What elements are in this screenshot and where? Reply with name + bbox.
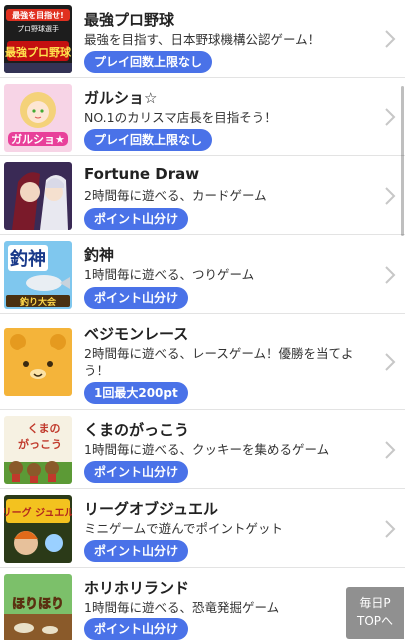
float-button-line1: 毎日P (359, 596, 391, 610)
list-item[interactable]: リーグ ジュエル リーグオブジュエル ミニゲームで遊んでポイントゲット ポイント… (0, 489, 405, 568)
item-tag-badge: ポイント山分け (84, 208, 189, 230)
list-item[interactable]: Fortune Draw 2時間毎に遊べる、カードゲーム ポイント山分け (0, 156, 405, 235)
item-description: ミニゲームで遊んでポイントゲット (84, 521, 284, 536)
item-description: 2時間毎に遊べる、カードゲーム (84, 188, 267, 203)
svg-text:ほりほり: ほりほり (12, 597, 64, 612)
item-tag-badge: ポイント山分け (84, 461, 189, 483)
chevron-right-icon (383, 440, 397, 460)
item-title: ガルショ☆ (84, 89, 158, 107)
list-item[interactable]: ベジモンレース 2時間毎に遊べる、レースゲーム！優勝を当てよう！ 1回最大200… (0, 314, 405, 410)
garusho-game-icon: ガルショ★ (4, 84, 72, 152)
scrollbar[interactable] (401, 86, 404, 236)
item-description: 1時間毎に遊べる、恐竜発掘ゲーム (84, 600, 280, 615)
svg-text:釣り大会: 釣り大会 (20, 296, 57, 308)
svg-text:リーグ ジュエル: リーグ ジュエル (4, 506, 72, 519)
item-description: 1時間毎に遊べる、クッキーを集めるゲーム (84, 442, 330, 457)
svg-text:釣神: 釣神 (10, 248, 46, 270)
item-title: 最強プロ野球 (84, 11, 175, 29)
item-description: 1時間毎に遊べる、つりゲーム (84, 267, 255, 282)
baseball-game-icon: 最強を目指せ! プロ野球選手 最強プロ野球 (4, 5, 72, 73)
list-item[interactable]: くまの がっこう くまのがっこう 1時間毎に遊べる、クッキーを集めるゲーム ポイ… (0, 410, 405, 489)
chevron-right-icon (383, 352, 397, 372)
item-description: 2時間毎に遊べる、レースゲーム！優勝を当てよう！ (84, 346, 354, 378)
item-tag-badge: ポイント山分け (84, 540, 189, 562)
horihori-land-icon: ほりほり (4, 574, 72, 640)
item-tag-badge: 1回最大200pt (84, 382, 188, 404)
item-title: 釣神 (84, 246, 115, 264)
fortune-draw-icon (4, 162, 72, 230)
item-tag-badge: ポイント山分け (84, 287, 189, 309)
list-item[interactable]: ガルショ★ ガルショ☆ NO.1のカリスマ店長を目指そう！ プレイ回数上限なし (0, 78, 405, 156)
svg-text:プロ野球選手: プロ野球選手 (17, 24, 59, 33)
list-item[interactable]: 釣神 釣り大会 釣神 1時間毎に遊べる、つりゲーム ポイント山分け (0, 235, 405, 314)
item-title: くまのがっこう (84, 421, 190, 439)
list-item[interactable]: 最強を目指せ! プロ野球選手 最強プロ野球 最強プロ野球 最強を目指す、日本野球… (0, 0, 405, 78)
item-description: NO.1のカリスマ店長を目指そう！ (84, 110, 277, 125)
svg-text:最強を目指せ!: 最強を目指せ! (12, 10, 64, 20)
daily-points-top-button[interactable]: 毎日P TOPへ (346, 587, 404, 639)
chevron-right-icon (383, 186, 397, 206)
list-item[interactable]: ほりほり ホリホリランド 1時間毎に遊べる、恐竜発掘ゲーム ポイント山分け (0, 568, 405, 640)
chevron-right-icon (383, 519, 397, 539)
item-tag-badge: ポイント山分け (84, 618, 189, 640)
chevron-right-icon (383, 107, 397, 127)
item-title: ホリホリランド (84, 579, 190, 597)
svg-text:がっこう: がっこう (18, 437, 62, 451)
item-title: ベジモンレース (84, 325, 189, 343)
chevron-right-icon (383, 29, 397, 49)
fishing-game-icon: 釣神 釣り大会 (4, 241, 72, 309)
svg-text:最強プロ野球: 最強プロ野球 (5, 45, 72, 59)
chevron-right-icon (383, 265, 397, 285)
league-of-jewel-icon: リーグ ジュエル (4, 495, 72, 563)
item-description: 最強を目指す、日本野球機構公認ゲーム！ (84, 32, 321, 47)
svg-text:くまの: くまの (28, 422, 61, 435)
bear-school-icon: くまの がっこう (4, 416, 72, 484)
item-title: リーグオブジュエル (84, 500, 218, 518)
item-tag-badge: プレイ回数上限なし (84, 51, 213, 73)
item-title: Fortune Draw (84, 165, 200, 183)
float-button-line2: TOPへ (356, 614, 393, 628)
svg-text:ガルショ★: ガルショ★ (11, 132, 65, 146)
item-tag-badge: プレイ回数上限なし (84, 129, 213, 151)
vegimon-race-icon (4, 328, 72, 396)
